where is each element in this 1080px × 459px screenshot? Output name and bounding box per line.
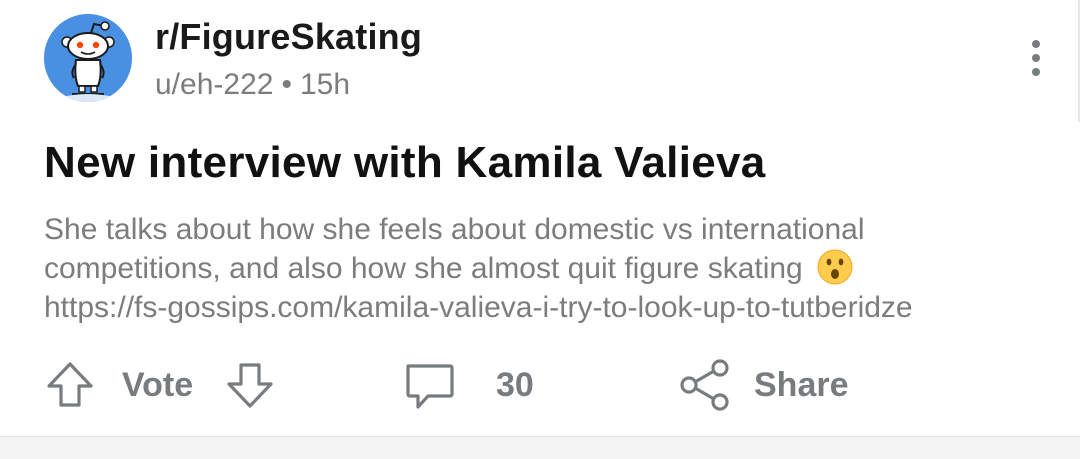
meta-separator: • <box>281 68 292 101</box>
upvote-arrow-icon <box>47 362 93 407</box>
subreddit-avatar[interactable] <box>44 14 132 102</box>
snoo-skater-avatar-icon <box>44 14 132 102</box>
more-options-button[interactable] <box>1018 36 1054 80</box>
share-icon <box>680 359 729 411</box>
comments-button[interactable] <box>402 350 456 420</box>
more-vertical-icon <box>1032 40 1040 48</box>
action-bar: Vote 30 Share <box>44 350 1044 420</box>
more-vertical-icon <box>1032 68 1040 76</box>
post-meta: u/eh-222 • 15h <box>155 68 350 102</box>
hushed-face-emoji-icon <box>817 249 853 285</box>
upvote-button[interactable] <box>44 350 96 420</box>
post-card[interactable]: r/FigureSkating u/eh-222 • 15h New intervi… <box>0 0 1080 436</box>
downvote-button[interactable] <box>224 350 276 420</box>
feed-divider <box>0 436 1080 459</box>
post-body-text: competitions, and also how she almost qu… <box>44 252 803 285</box>
author-name[interactable]: u/eh-222 <box>155 68 273 101</box>
post-body-line: She talks about how she feels about dome… <box>44 213 865 246</box>
comment-count[interactable]: 30 <box>496 350 534 420</box>
share-button[interactable] <box>678 350 732 420</box>
more-vertical-icon <box>1032 54 1040 62</box>
post-age: 15h <box>299 68 351 101</box>
downvote-arrow-icon <box>227 363 273 408</box>
vote-label: Vote <box>122 365 194 404</box>
post-link[interactable]: https://fs-gossips.com/kamila-valieva-i-… <box>44 288 1034 327</box>
post-title[interactable]: New interview with Kamila Valieva <box>44 138 766 188</box>
post-body[interactable]: She talks about how she feels about dome… <box>44 210 1034 327</box>
subreddit-name[interactable]: r/FigureSkating <box>155 16 422 58</box>
post-body-line-with-emoji: competitions, and also how she almost qu… <box>44 249 1034 288</box>
share-label[interactable]: Share <box>754 350 849 420</box>
comment-bubble-icon <box>406 364 454 409</box>
